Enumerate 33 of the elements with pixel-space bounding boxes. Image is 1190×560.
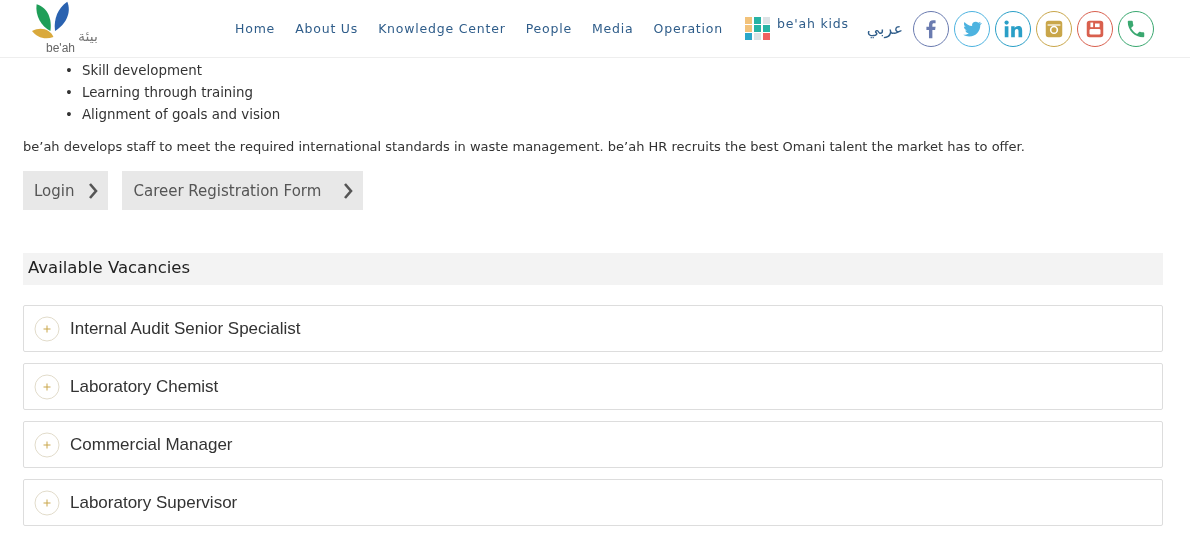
bullet-item: Learning through training	[81, 84, 254, 102]
link-button[interactable]: Login	[23, 171, 109, 210]
kids-link[interactable]: be'ah kids	[745, 16, 849, 41]
phone-icon[interactable]	[1117, 10, 1154, 47]
nav-link[interactable]: People	[525, 21, 573, 36]
nav-link[interactable]: About Us	[295, 21, 359, 36]
bullet-marker: •	[65, 84, 73, 102]
nav-link[interactable]: Knowledge Center	[378, 21, 506, 36]
social-link-icon[interactable]	[994, 10, 1031, 47]
social-link-icon[interactable]	[1035, 10, 1072, 47]
chevron-icon	[88, 182, 99, 199]
nav-link[interactable]: Media	[592, 21, 634, 36]
section-heading: Available Vacancies	[23, 253, 1163, 285]
vacancy-accordion[interactable]: Internal Audit Senior Specialist	[23, 305, 1163, 352]
nav-link[interactable]: Home	[235, 21, 276, 36]
logo-text: be'ah	[46, 41, 75, 55]
tiles-icon	[745, 16, 771, 41]
nav-link[interactable]: Operation	[653, 21, 723, 36]
statement-paragraph: be’ah develops staff to meet the required international standards in waste management. be’ah HR recruits the best Omani talent the market has to offer.	[23, 138, 1026, 156]
bullet-item: Alignment of goals and vision	[81, 106, 281, 124]
vacancy-accordion[interactable]: Commercial Manager	[23, 421, 1163, 468]
bullet-item: Skill development	[81, 62, 202, 80]
bullet-marker: •	[65, 106, 73, 124]
social-link-icon[interactable]	[912, 10, 949, 47]
link-button[interactable]: Career Registration Form	[122, 171, 364, 210]
vacancy-accordion[interactable]: Laboratory Supervisor	[23, 479, 1163, 526]
vacancy-accordion[interactable]: Laboratory Chemist	[23, 363, 1163, 410]
social-link-icon[interactable]	[1076, 10, 1113, 47]
social-link-icon[interactable]	[953, 10, 990, 47]
language-link[interactable]: عربي	[866, 19, 903, 38]
chevron-icon	[343, 182, 354, 199]
bullet-marker: •	[65, 62, 73, 80]
logo-arabic-text: بيئة	[78, 28, 98, 44]
